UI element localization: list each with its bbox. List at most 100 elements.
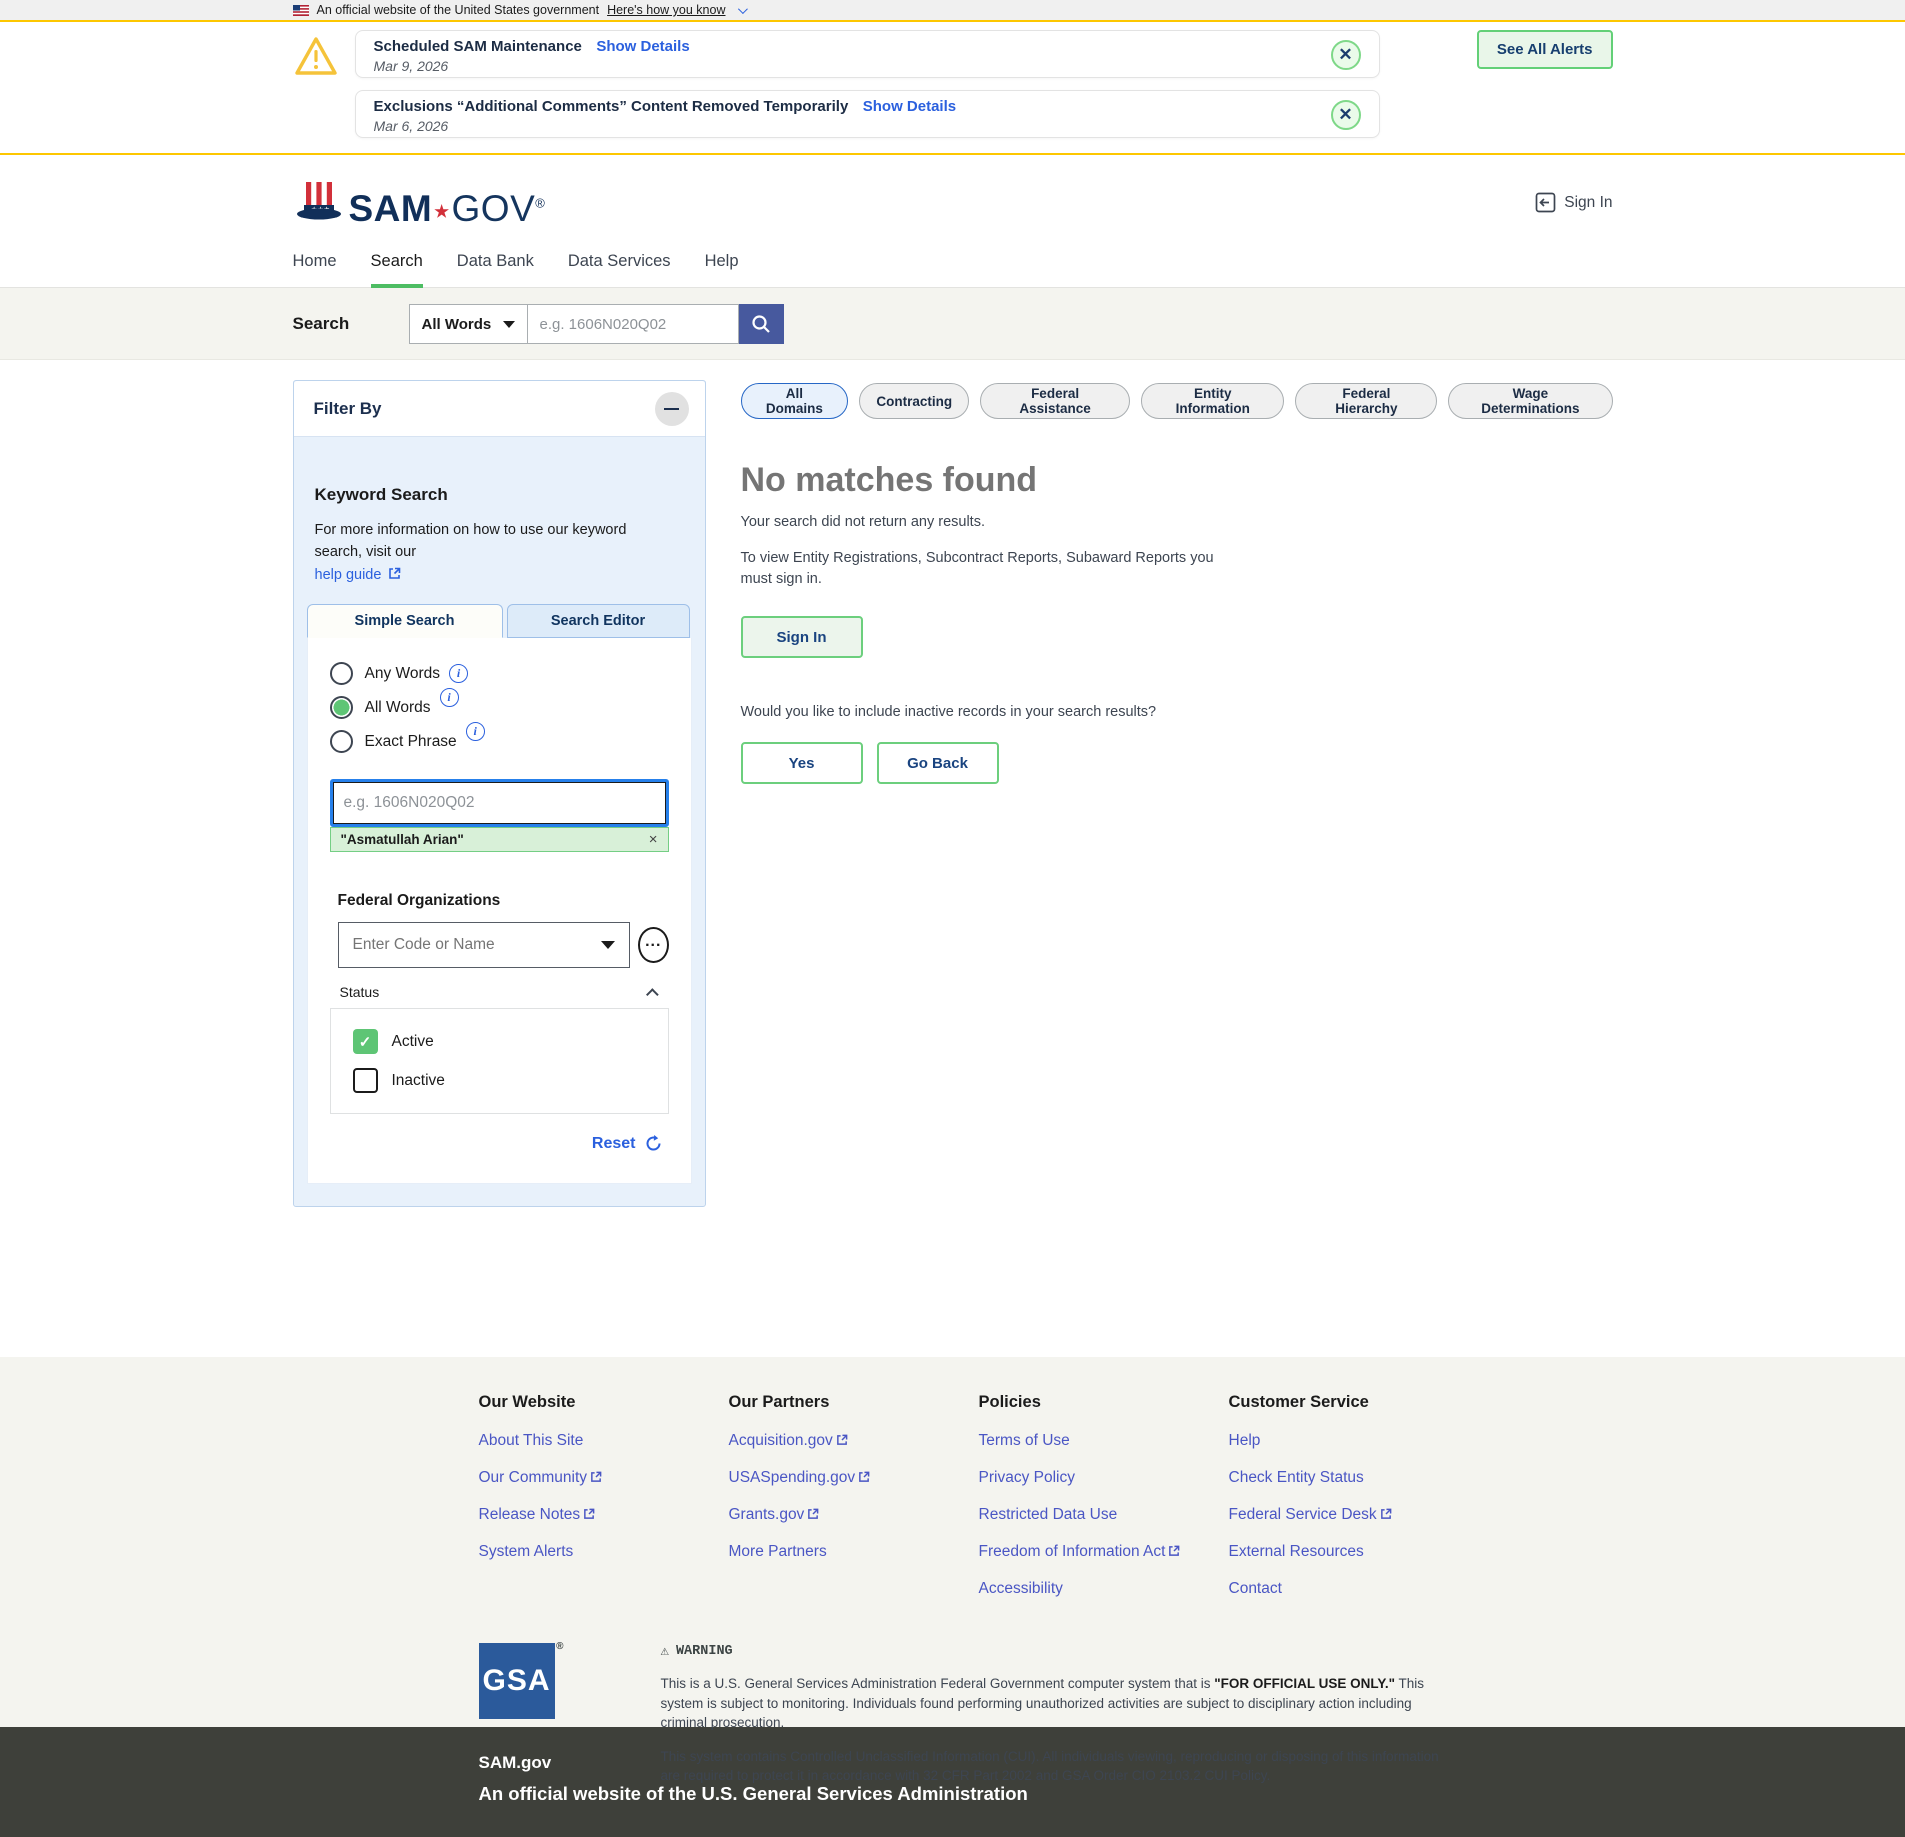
inactive-checkbox[interactable] — [353, 1068, 378, 1093]
bottom-footer: SAM.gov An official website of the U.S. … — [0, 1727, 1905, 1837]
external-link-icon — [590, 1471, 602, 1483]
chevron-down-icon — [737, 4, 747, 14]
us-flag-icon — [293, 5, 309, 16]
search-results-area: All Domains Contracting Federal Assistan… — [741, 360, 1613, 784]
footer-link-our-community[interactable]: Our Community — [479, 1469, 729, 1487]
all-words-radio[interactable] — [330, 696, 353, 719]
nav-item-data-bank[interactable]: Data Bank — [457, 250, 534, 288]
caret-down-icon — [503, 321, 515, 328]
search-submit-button[interactable] — [739, 304, 784, 344]
close-alert-button[interactable]: ✕ — [1331, 100, 1361, 130]
footer-link-grants-gov[interactable]: Grants.gov — [729, 1506, 979, 1524]
footer-link-system-alerts[interactable]: System Alerts — [479, 1543, 729, 1561]
filter-panel: Filter By Keyword Search For more inform… — [293, 380, 706, 1207]
banner-text: An official website of the United States… — [317, 3, 600, 17]
external-link-icon — [836, 1434, 848, 1446]
remove-tag-icon[interactable]: × — [649, 831, 658, 848]
sign-in-button[interactable]: Sign In — [741, 616, 863, 658]
search-mode-select[interactable]: All Words — [409, 304, 528, 344]
footer-link-privacy-policy[interactable]: Privacy Policy — [979, 1469, 1229, 1487]
search-label: Search — [293, 314, 363, 334]
external-link-icon — [858, 1471, 870, 1483]
keyword-tag-label: "Asmatullah Arian" — [341, 832, 464, 847]
status-label: Status — [340, 984, 380, 1000]
footer-link-restricted-data-use[interactable]: Restricted Data Use — [979, 1506, 1229, 1524]
sign-in-required-text: To view Entity Registrations, Subcontrac… — [741, 548, 1238, 590]
footer-link-usaspending-gov[interactable]: USASpending.gov — [729, 1469, 979, 1487]
main-content: Filter By Keyword Search For more inform… — [0, 360, 1905, 1357]
nav-item-data-services[interactable]: Data Services — [568, 250, 671, 288]
domain-tab-federal-hierarchy[interactable]: Federal Hierarchy — [1295, 383, 1437, 419]
sam-gov-logo[interactable]: ★★★ SAM⋆GOV® — [293, 178, 546, 228]
active-checkbox[interactable]: ✓ — [353, 1029, 378, 1054]
external-link-icon — [807, 1508, 819, 1520]
domain-tab-contracting[interactable]: Contracting — [859, 383, 969, 419]
info-icon[interactable]: i — [466, 722, 485, 741]
chevron-up-icon[interactable] — [646, 988, 659, 1001]
sign-in-icon — [1535, 192, 1556, 213]
footer-link-external-resources[interactable]: External Resources — [1229, 1543, 1479, 1561]
alert-date: Mar 6, 2026 — [374, 118, 1309, 134]
footer-link-accessibility[interactable]: Accessibility — [979, 1580, 1229, 1598]
tab-search-editor[interactable]: Search Editor — [507, 604, 690, 638]
usa-gov-banner: An official website of the United States… — [0, 0, 1905, 22]
footer-link-check-entity-status[interactable]: Check Entity Status — [1229, 1469, 1479, 1487]
show-details-link[interactable]: Show Details — [596, 38, 689, 55]
federal-org-combobox[interactable]: Enter Code or Name — [338, 922, 631, 968]
close-icon: ✕ — [1338, 105, 1352, 125]
nav-item-search[interactable]: Search — [371, 250, 423, 288]
show-details-link[interactable]: Show Details — [863, 98, 956, 115]
close-icon: ✕ — [1338, 45, 1352, 65]
warning-icon: ⚠ — [661, 1643, 669, 1660]
reset-filters-link[interactable]: Reset — [592, 1135, 636, 1153]
footer-sam-gov-title: SAM.gov — [479, 1753, 1613, 1773]
footer-link-help[interactable]: Help — [1229, 1432, 1479, 1450]
footer-link-about-this-site[interactable]: About This Site — [479, 1432, 729, 1450]
info-icon[interactable]: i — [440, 688, 459, 707]
alert-title: Scheduled SAM Maintenance — [374, 38, 582, 55]
sign-in-label: Sign In — [1564, 194, 1612, 212]
domain-tab-all-domains[interactable]: All Domains — [741, 383, 849, 419]
footer-link-more-partners[interactable]: More Partners — [729, 1543, 979, 1561]
help-guide-link[interactable]: help guide — [315, 567, 382, 583]
domain-tab-federal-assistance[interactable]: Federal Assistance — [980, 383, 1130, 419]
federal-org-more-button[interactable]: ... — [638, 927, 669, 963]
keyword-info-text: For more information on how to use our k… — [315, 519, 675, 586]
federal-org-placeholder: Enter Code or Name — [353, 936, 495, 954]
search-mode-value: All Words — [422, 316, 492, 333]
exact-phrase-label: Exact Phrase — [365, 733, 457, 751]
go-back-button[interactable]: Go Back — [877, 742, 999, 784]
nav-item-home[interactable]: Home — [293, 250, 337, 288]
footer-link-terms-of-use[interactable]: Terms of Use — [979, 1432, 1229, 1450]
tab-simple-search[interactable]: Simple Search — [307, 604, 503, 638]
external-link-icon — [1380, 1508, 1392, 1520]
heres-how-link[interactable]: Here's how you know — [607, 3, 725, 17]
domain-tab-wage-determinations[interactable]: Wage Determinations — [1448, 383, 1612, 419]
global-search-input[interactable] — [528, 304, 739, 344]
see-all-alerts-button[interactable]: See All Alerts — [1477, 30, 1613, 69]
main-nav: Home Search Data Bank Data Services Help — [0, 250, 1905, 288]
no-matches-title: No matches found — [741, 461, 1613, 500]
footer-link-foia[interactable]: Freedom of Information Act — [979, 1543, 1229, 1561]
footer-heading-our-website: Our Website — [479, 1393, 729, 1412]
any-words-radio[interactable] — [330, 662, 353, 685]
footer-link-federal-service-desk[interactable]: Federal Service Desk — [1229, 1506, 1479, 1524]
external-link-icon — [1168, 1545, 1180, 1557]
info-icon[interactable]: i — [449, 664, 468, 683]
footer-link-contact[interactable]: Contact — [1229, 1580, 1479, 1598]
exact-phrase-radio[interactable] — [330, 730, 353, 753]
uncle-sam-hat-icon: ★★★ — [293, 178, 345, 228]
alerts-section: Scheduled SAM Maintenance Show Details M… — [0, 22, 1905, 155]
nav-item-help[interactable]: Help — [705, 250, 739, 288]
sign-in-link[interactable]: Sign In — [1535, 192, 1612, 213]
site-footer: Our Website About This Site Our Communit… — [0, 1357, 1905, 1727]
search-icon — [750, 313, 772, 335]
keyword-search-input[interactable] — [333, 782, 666, 824]
close-alert-button[interactable]: ✕ — [1331, 40, 1361, 70]
domain-tab-entity-information[interactable]: Entity Information — [1141, 383, 1284, 419]
external-link-icon — [583, 1508, 595, 1520]
yes-button[interactable]: Yes — [741, 742, 863, 784]
footer-link-acquisition-gov[interactable]: Acquisition.gov — [729, 1432, 979, 1450]
collapse-filters-button[interactable] — [655, 392, 689, 426]
footer-link-release-notes[interactable]: Release Notes — [479, 1506, 729, 1524]
